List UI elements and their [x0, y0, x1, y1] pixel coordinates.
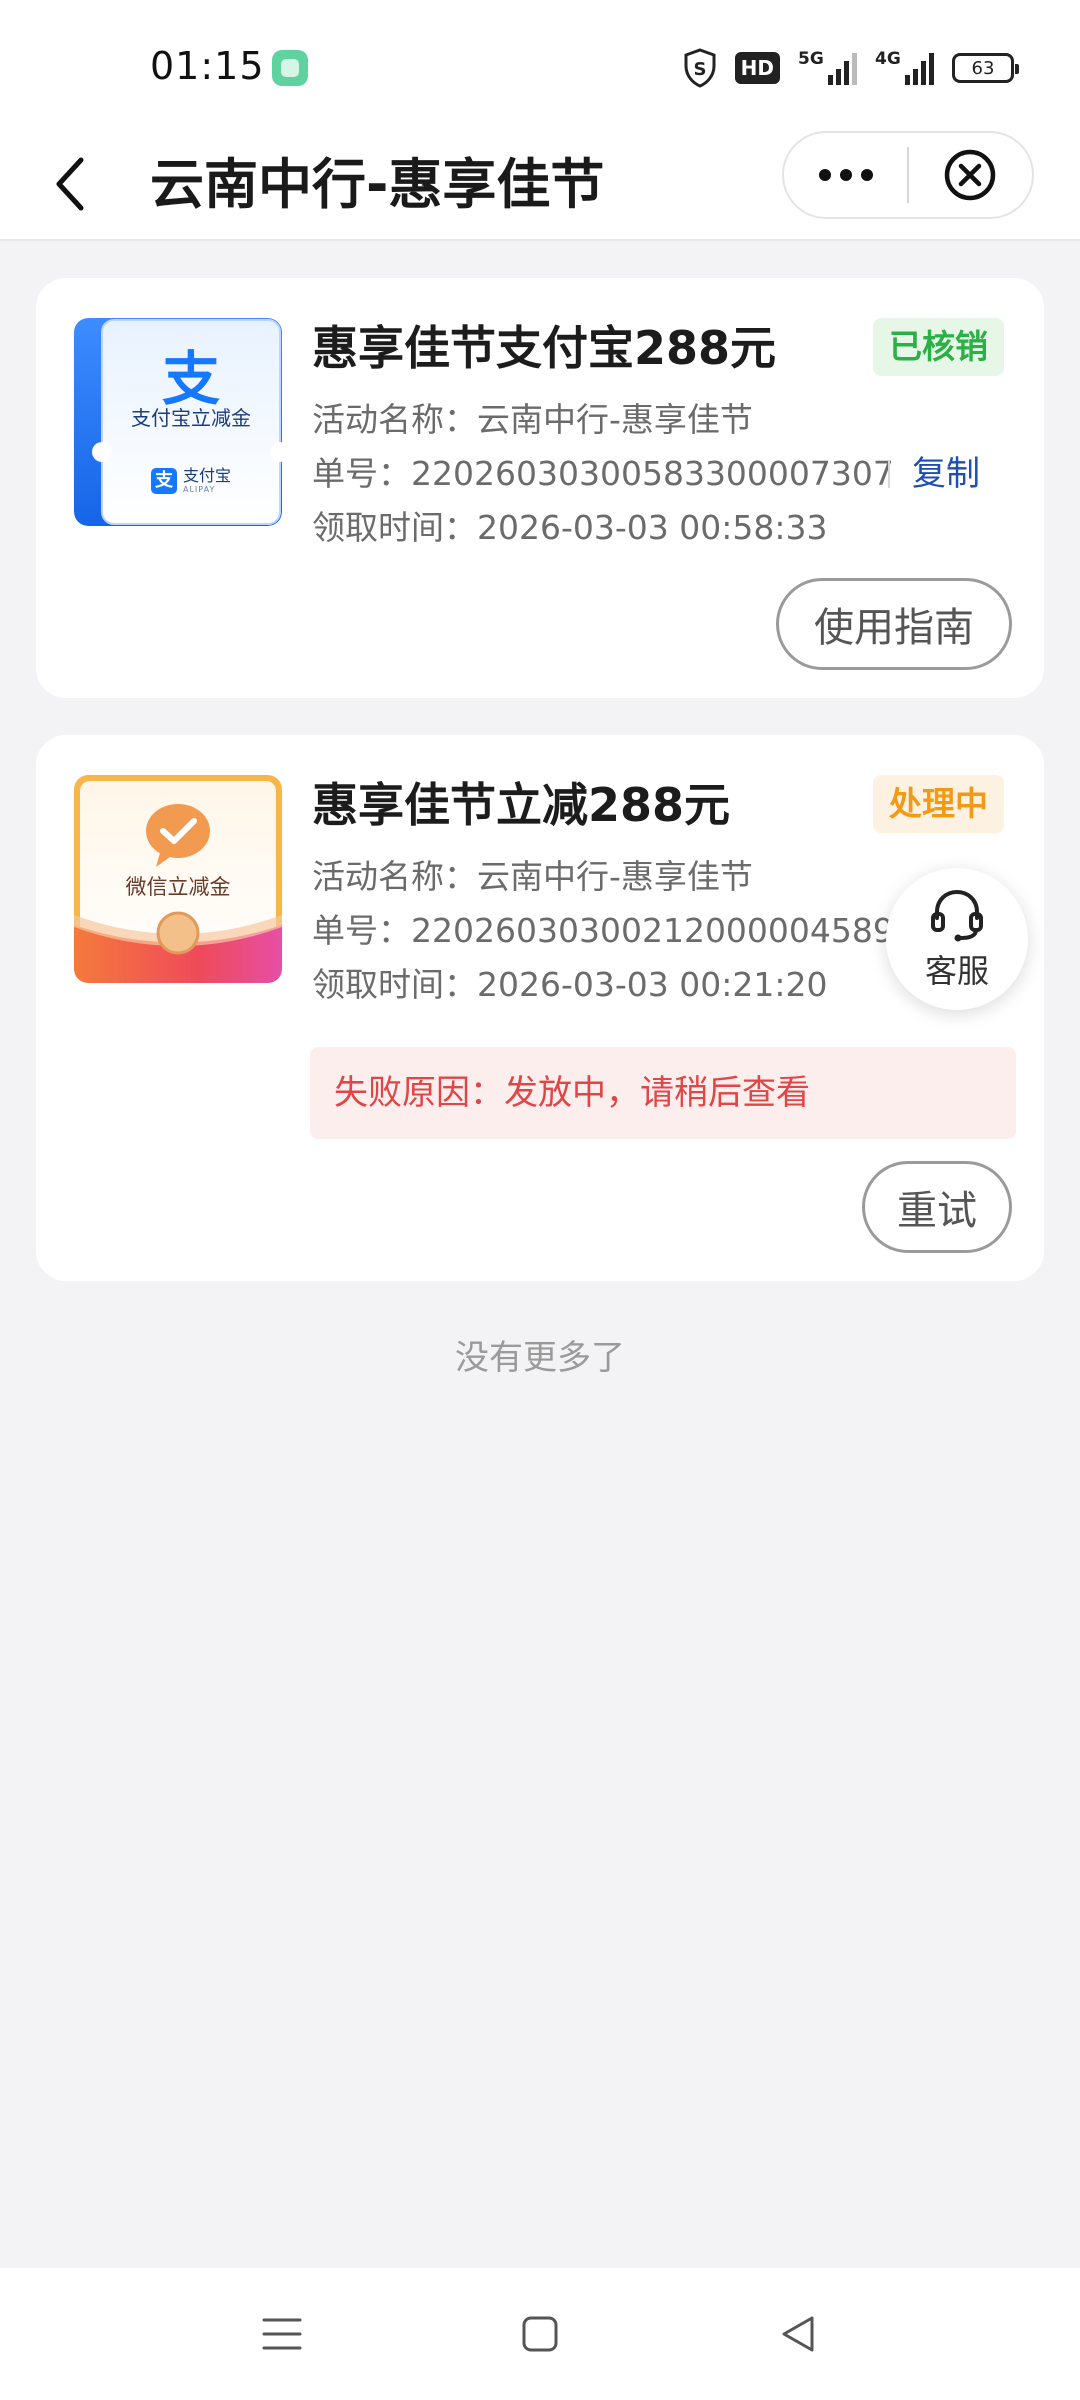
signal-4g-icon: 4G: [875, 49, 934, 85]
order-row: 单号：22026030300583300007307: [312, 454, 894, 493]
time-row: 领取时间：2026-03-03 00:58:33: [312, 508, 828, 547]
more-dots-icon: [818, 169, 873, 181]
status-badge: 处理中: [873, 775, 1004, 833]
page-title: 云南中行-惠享佳节: [150, 153, 605, 216]
wechat-coupon-caption: 微信立减金: [125, 875, 231, 899]
alipay-brand: 支 支付宝 ALIPAY: [102, 468, 280, 494]
back-button[interactable]: [40, 149, 100, 219]
customer-service-label: 客服: [924, 952, 989, 990]
fail-reason-box: 失败原因：发放中，请稍后查看: [310, 1047, 1016, 1139]
chevron-left-icon: [56, 157, 84, 211]
order-row: 单号：22026030300212000004589: [312, 911, 894, 950]
hd-icon: HD: [734, 52, 780, 84]
app-notification-icon: [272, 50, 308, 86]
system-nav-bar: [0, 2268, 1080, 2400]
copy-button[interactable]: 复制: [912, 450, 980, 498]
coupon-card-alipay: 支 支付宝立减金 支 支付宝 ALIPAY 惠享佳节支付宝288元 已核销 活动…: [36, 278, 1044, 698]
alipay-coupon-caption: 支付宝立减金: [131, 406, 251, 430]
status-time: 01:15: [150, 44, 265, 88]
coupon-title: 惠享佳节支付宝288元: [312, 321, 777, 375]
status-icons: S HD 5G 4G 63: [683, 46, 1019, 90]
wechat-coupon-image: 微信立减金: [74, 775, 282, 983]
menu-lines-icon: [262, 2318, 302, 2350]
coupon-card-wechat: 微信立减金 惠享佳节立减288元 处理中 活动名称：云南中行-惠享佳节 单号：2…: [36, 735, 1044, 1281]
battery-icon: 63: [952, 53, 1019, 83]
home-button[interactable]: [510, 2304, 570, 2364]
customer-service-button[interactable]: 客服: [886, 868, 1028, 1010]
activity-row: 活动名称：云南中行-惠享佳节: [312, 400, 753, 439]
square-home-icon: [522, 2316, 558, 2352]
list-end-text: 没有更多了: [455, 1338, 625, 1378]
status-bar: 01:15 S HD 5G 4G 63: [0, 0, 1080, 135]
alipay-logo-icon: 支: [150, 468, 177, 494]
close-button[interactable]: [909, 133, 1032, 217]
recent-apps-button[interactable]: [252, 2304, 312, 2364]
svg-text:S: S: [693, 59, 706, 80]
time-row: 领取时间：2026-03-03 00:21:20: [312, 965, 828, 1004]
activity-row: 活动名称：云南中行-惠享佳节: [312, 857, 753, 896]
coupon-title: 惠享佳节立减288元: [312, 778, 731, 832]
retry-button[interactable]: 重试: [862, 1161, 1012, 1253]
copy-divider: [888, 460, 890, 488]
triangle-back-icon: [782, 2316, 814, 2352]
more-button[interactable]: [784, 133, 907, 217]
mini-program-capsule: [782, 131, 1034, 219]
usage-guide-button[interactable]: 使用指南: [776, 578, 1012, 670]
status-badge: 已核销: [873, 318, 1004, 376]
nav-bar: 云南中行-惠享佳节: [0, 131, 1080, 241]
close-circle-icon: [945, 149, 996, 201]
shield-icon: S: [684, 48, 716, 88]
system-back-button[interactable]: [768, 2304, 828, 2364]
headset-icon: [931, 889, 983, 942]
signal-5g-icon: 5G: [798, 49, 857, 85]
alipay-coupon-image: 支 支付宝立减金 支 支付宝 ALIPAY: [74, 318, 282, 526]
